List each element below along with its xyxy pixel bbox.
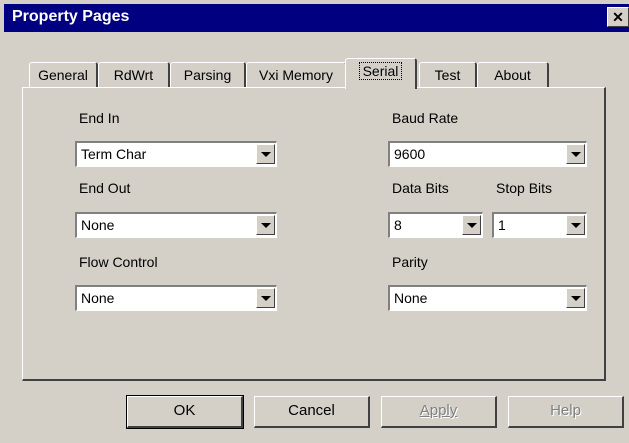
- parity-label: Parity: [392, 254, 428, 270]
- tab-general[interactable]: General: [29, 62, 98, 88]
- chevron-down-icon: [571, 296, 581, 301]
- tab-label: About: [494, 67, 531, 83]
- tab-label: General: [38, 67, 88, 83]
- close-button[interactable]: ✕: [607, 7, 629, 27]
- end-in-select[interactable]: Term Char: [75, 141, 277, 167]
- apply-button-label: Apply: [419, 402, 458, 419]
- baud-rate-value: 9600: [394, 146, 426, 162]
- stop-bits-label: Stop Bits: [496, 180, 553, 196]
- cancel-button-label: Cancel: [288, 402, 335, 419]
- apply-button[interactable]: Apply: [381, 396, 497, 428]
- chevron-down-icon: [571, 152, 581, 157]
- tab-vxi-memory[interactable]: Vxi Memory: [246, 62, 347, 88]
- chevron-down-icon: [261, 223, 271, 228]
- chevron-down-icon: [261, 152, 271, 157]
- stop-bits-select[interactable]: 1: [492, 212, 587, 238]
- baud-rate-dropdown-button[interactable]: [566, 144, 585, 164]
- property-pages-window: Property Pages ✕ General RdWrt Parsing V…: [0, 0, 629, 443]
- tab-label: Parsing: [183, 67, 232, 83]
- chevron-down-icon: [571, 223, 581, 228]
- help-button[interactable]: Help: [508, 396, 624, 428]
- data-bits-label: Data Bits: [392, 180, 449, 196]
- tab-label: Vxi Memory: [259, 67, 333, 83]
- close-icon: ✕: [612, 9, 624, 25]
- flow-control-select[interactable]: None: [75, 285, 277, 311]
- tab-label: Serial: [358, 62, 403, 80]
- tab-rdwrt[interactable]: RdWrt: [98, 62, 170, 88]
- cancel-button[interactable]: Cancel: [254, 396, 370, 428]
- flow-control-value: None: [81, 290, 115, 306]
- stop-bits-value: 1: [498, 217, 506, 233]
- baud-rate-select[interactable]: 9600: [388, 141, 587, 167]
- flow-control-label: Flow Control: [79, 254, 158, 270]
- end-out-value: None: [81, 217, 115, 233]
- stop-bits-dropdown-button[interactable]: [566, 215, 585, 235]
- tab-test[interactable]: Test: [419, 62, 477, 88]
- ok-button-label: OK: [173, 402, 196, 419]
- help-button-label: Help: [550, 402, 581, 419]
- parity-value: None: [394, 290, 428, 306]
- tab-label: RdWrt: [113, 67, 154, 83]
- tab-label: Test: [434, 67, 461, 83]
- data-bits-dropdown-button[interactable]: [462, 215, 481, 235]
- title-bar[interactable]: Property Pages ✕: [4, 4, 629, 32]
- chevron-down-icon: [467, 223, 477, 228]
- parity-dropdown-button[interactable]: [566, 288, 585, 308]
- end-out-label: End Out: [79, 180, 131, 196]
- chevron-down-icon: [261, 296, 271, 301]
- baud-rate-label: Baud Rate: [392, 110, 459, 126]
- tab-about[interactable]: About: [477, 62, 549, 88]
- end-out-select[interactable]: None: [75, 212, 277, 238]
- window-title: Property Pages: [12, 8, 130, 25]
- tab-parsing[interactable]: Parsing: [170, 62, 246, 88]
- end-in-value: Term Char: [81, 146, 147, 162]
- data-bits-select[interactable]: 8: [388, 212, 483, 238]
- end-out-dropdown-button[interactable]: [256, 215, 275, 235]
- end-in-dropdown-button[interactable]: [256, 144, 275, 164]
- flow-control-dropdown-button[interactable]: [256, 288, 275, 308]
- parity-select[interactable]: None: [388, 285, 587, 311]
- end-in-label: End In: [79, 110, 120, 126]
- ok-button[interactable]: OK: [126, 395, 244, 429]
- data-bits-value: 8: [394, 217, 402, 233]
- tab-serial[interactable]: Serial: [345, 58, 417, 89]
